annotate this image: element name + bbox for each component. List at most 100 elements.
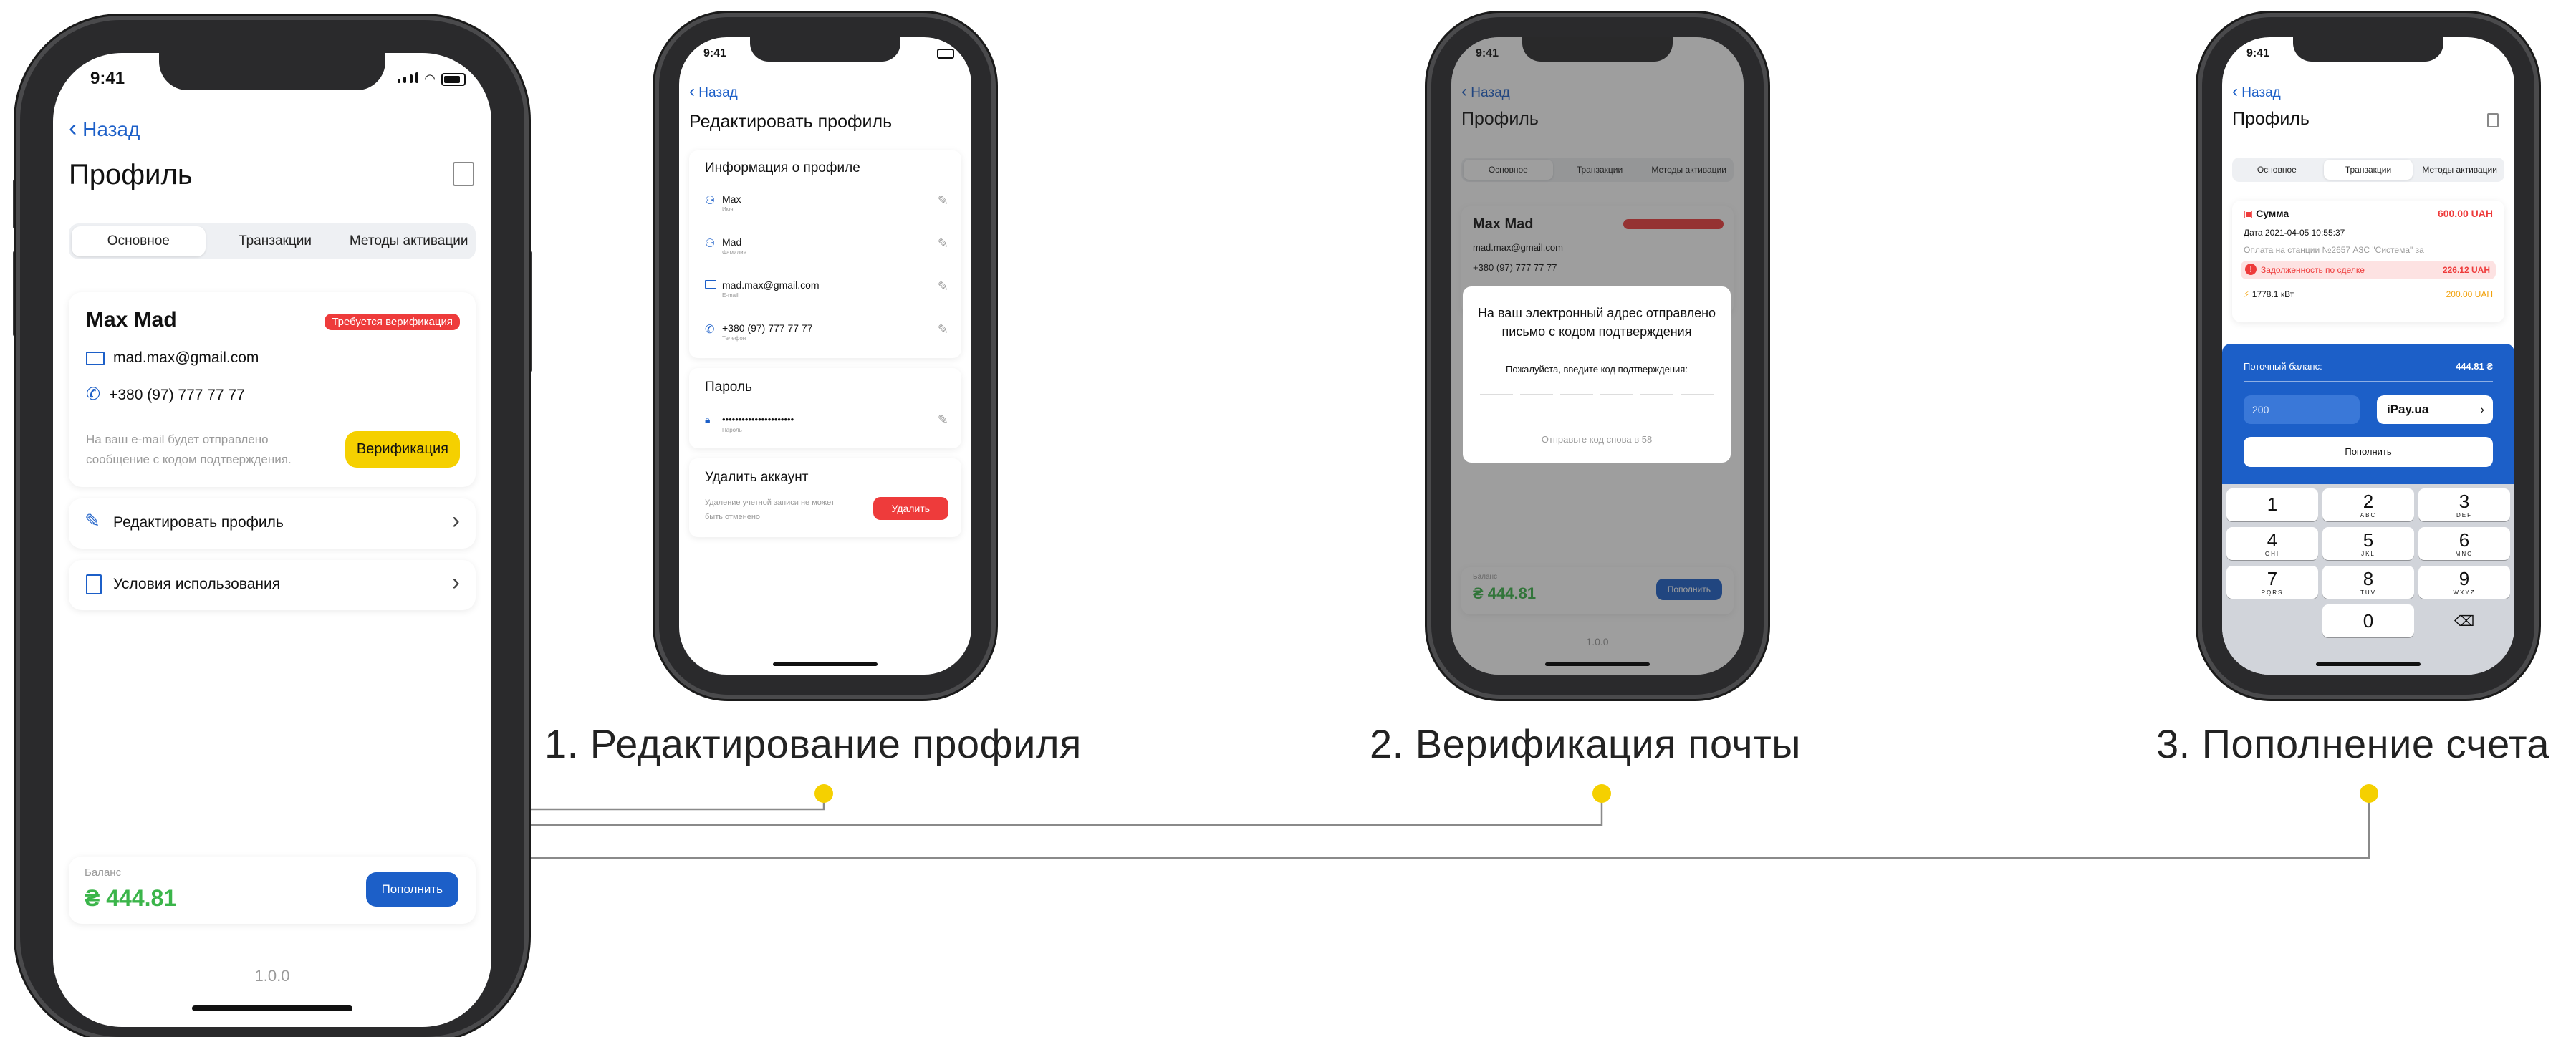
back-button[interactable]: ‹ Назад <box>689 82 738 102</box>
status-time: 9:41 <box>2246 47 2270 59</box>
transaction-date: Дата 2021-04-05 10:55:37 <box>2244 228 2345 238</box>
key-5[interactable]: 5 JKL <box>2322 527 2414 560</box>
key-8[interactable]: 8 TUV <box>2322 566 2414 599</box>
notch <box>159 53 385 90</box>
verify-button[interactable]: Верификация <box>345 431 460 468</box>
page-title: Профиль <box>2232 109 2310 129</box>
code-digit-input[interactable] <box>1520 394 1553 395</box>
profile-tabs: Основное Транзакции Методы активации <box>2232 158 2504 182</box>
divider <box>2244 381 2493 382</box>
menu-terms[interactable]: Условия использования › <box>69 560 476 610</box>
wifi-icon: ◠ <box>424 72 436 86</box>
pencil-icon[interactable]: ✎ <box>938 193 948 208</box>
tab-transactions[interactable]: Транзакции <box>208 223 342 259</box>
status-time: 9:41 <box>90 69 125 88</box>
key-4[interactable]: 4 GHI <box>2226 527 2318 560</box>
back-button[interactable]: ‹ Назад <box>2232 82 2281 102</box>
code-digit-input[interactable] <box>1681 394 1714 395</box>
code-digit-input[interactable] <box>1640 394 1673 395</box>
field-email[interactable]: mad.max@gmail.com E-mail <box>705 279 820 299</box>
delete-account-card: Удалить аккаунт Удаление учетной записи … <box>689 458 961 537</box>
tab-activation-methods[interactable]: Методы активации <box>2415 158 2504 182</box>
pencil-icon[interactable]: ✎ <box>938 279 948 294</box>
pencil-icon[interactable]: ✎ <box>938 236 948 251</box>
key-2[interactable]: 2 ABC <box>2322 488 2414 521</box>
pencil-icon: ✎ <box>85 510 100 531</box>
profile-tabs: Основное Транзакции Методы активации <box>69 223 476 259</box>
tab-transactions[interactable]: Транзакции <box>2323 160 2413 180</box>
status-badge: Требуется верификация <box>325 314 460 330</box>
alert-icon: ! <box>2245 264 2257 275</box>
code-digit-input[interactable] <box>1480 394 1513 395</box>
mail-icon <box>705 280 716 289</box>
tab-main[interactable]: Основное <box>2232 158 2322 182</box>
profile-info-card: Информация о профиле ⚇ Max Имя ✎ ⚇ Mad Ф… <box>689 150 961 358</box>
field-label: Фамилия <box>722 249 746 256</box>
key-9[interactable]: 9 WXYZ <box>2418 566 2510 599</box>
phone-icon: ✆ <box>705 324 715 336</box>
password-value: •••••••••••••••••••••• <box>722 414 794 425</box>
home-indicator <box>773 662 878 666</box>
battery-icon <box>441 72 466 86</box>
key-3[interactable]: 3 DEF <box>2418 488 2510 521</box>
provider-label: iPay.ua <box>2387 402 2429 416</box>
field-value: Mad <box>722 236 742 248</box>
pencil-icon[interactable]: ✎ <box>938 322 948 337</box>
modal-title: На ваш электронный адрес отправлено пись… <box>1477 306 1716 339</box>
logout-icon[interactable] <box>2487 113 2499 127</box>
user-card: Max Mad Требуется верификация mad.max@gm… <box>69 292 476 487</box>
topup-submit-button[interactable]: Пополнить <box>2244 437 2493 467</box>
status-icons: ◠ <box>397 72 466 87</box>
sum-value: 600.00 UAH <box>2437 208 2493 219</box>
field-first-name[interactable]: ⚇ Max Имя <box>705 193 741 213</box>
tab-activation-methods[interactable]: Методы активации <box>342 223 476 259</box>
chevron-left-icon: ‹ <box>2232 82 2238 101</box>
backspace-icon[interactable]: ⌫ <box>2418 604 2510 637</box>
field-phone[interactable]: ✆ +380 (97) 777 77 77 Телефон <box>705 322 813 342</box>
field-value: Max <box>722 193 741 205</box>
key-6[interactable]: 6 MNO <box>2418 527 2510 560</box>
energy-label: 1778.1 кВт <box>2251 289 2294 299</box>
topup-button[interactable]: Пополнить <box>365 872 458 907</box>
screen-topup: 9:41 ‹ Назад Профиль Основное Транзакции… <box>2222 37 2514 675</box>
code-digit-input[interactable] <box>1600 394 1633 395</box>
code-digit-input[interactable] <box>1560 394 1593 395</box>
key-1[interactable]: 1 <box>2226 488 2318 521</box>
email-value: mad.max@gmail.com <box>113 349 259 366</box>
info-header: Информация о профиле <box>705 160 860 175</box>
phone-verify-email: 9:41 ‹ Назад Профиль Основное Транзакции… <box>1431 17 1764 695</box>
tab-main[interactable]: Основное <box>72 226 206 256</box>
amount-input[interactable]: 200 <box>2244 395 2360 424</box>
resend-timer[interactable]: Отправьте код снова в 58 <box>1470 434 1724 445</box>
menu-terms-label: Условия использования <box>113 576 281 592</box>
verification-modal: На ваш электронный адрес отправлено пись… <box>1463 286 1731 463</box>
phone-icon: ✆ <box>86 385 101 404</box>
lightning-icon: ⚡︎ <box>2244 289 2250 299</box>
pencil-icon[interactable]: ✎ <box>938 413 948 428</box>
key-7[interactable]: 7 PQRS <box>2226 566 2318 599</box>
logout-icon[interactable] <box>453 162 474 186</box>
field-password[interactable]: 🔒︎ •••••••••••••••••••••• Пароль <box>705 414 794 433</box>
energy-row: ⚡︎ 1778.1 кВт <box>2244 289 2294 299</box>
field-last-name[interactable]: ⚇ Mad Фамилия <box>705 236 746 256</box>
delete-button[interactable]: Удалить <box>873 497 948 520</box>
back-button[interactable]: ‹ Назад <box>69 115 140 143</box>
mail-icon <box>86 351 105 365</box>
key-0[interactable]: 0 <box>2322 604 2414 637</box>
user-name: Max Mad <box>86 308 177 332</box>
back-label: Назад <box>698 85 738 100</box>
payment-provider-select[interactable]: iPay.ua › <box>2377 395 2493 424</box>
phone-value: +380 (97) 777 77 77 <box>109 387 245 403</box>
phone-topup: 9:41 ‹ Назад Профиль Основное Транзакции… <box>2202 17 2534 695</box>
menu-edit-profile[interactable]: ✎ Редактировать профиль › <box>69 498 476 549</box>
menu-edit-label: Редактировать профиль <box>113 514 284 531</box>
chevron-left-icon: ‹ <box>69 115 77 142</box>
notch <box>2293 37 2443 62</box>
topup-panel: Поточный баланс: 444.81 ₴ 200 iPay.ua › П… <box>2222 344 2514 484</box>
phone1-button <box>524 251 532 372</box>
delete-header: Удалить аккаунт <box>705 470 809 485</box>
verification-note: На ваш e-mail будет отправлено сообщение… <box>86 433 292 466</box>
page-title: Редактировать профиль <box>689 112 893 132</box>
signal-icon <box>397 72 419 87</box>
phone-row: ✆ +380 (97) 777 77 77 <box>86 384 245 405</box>
